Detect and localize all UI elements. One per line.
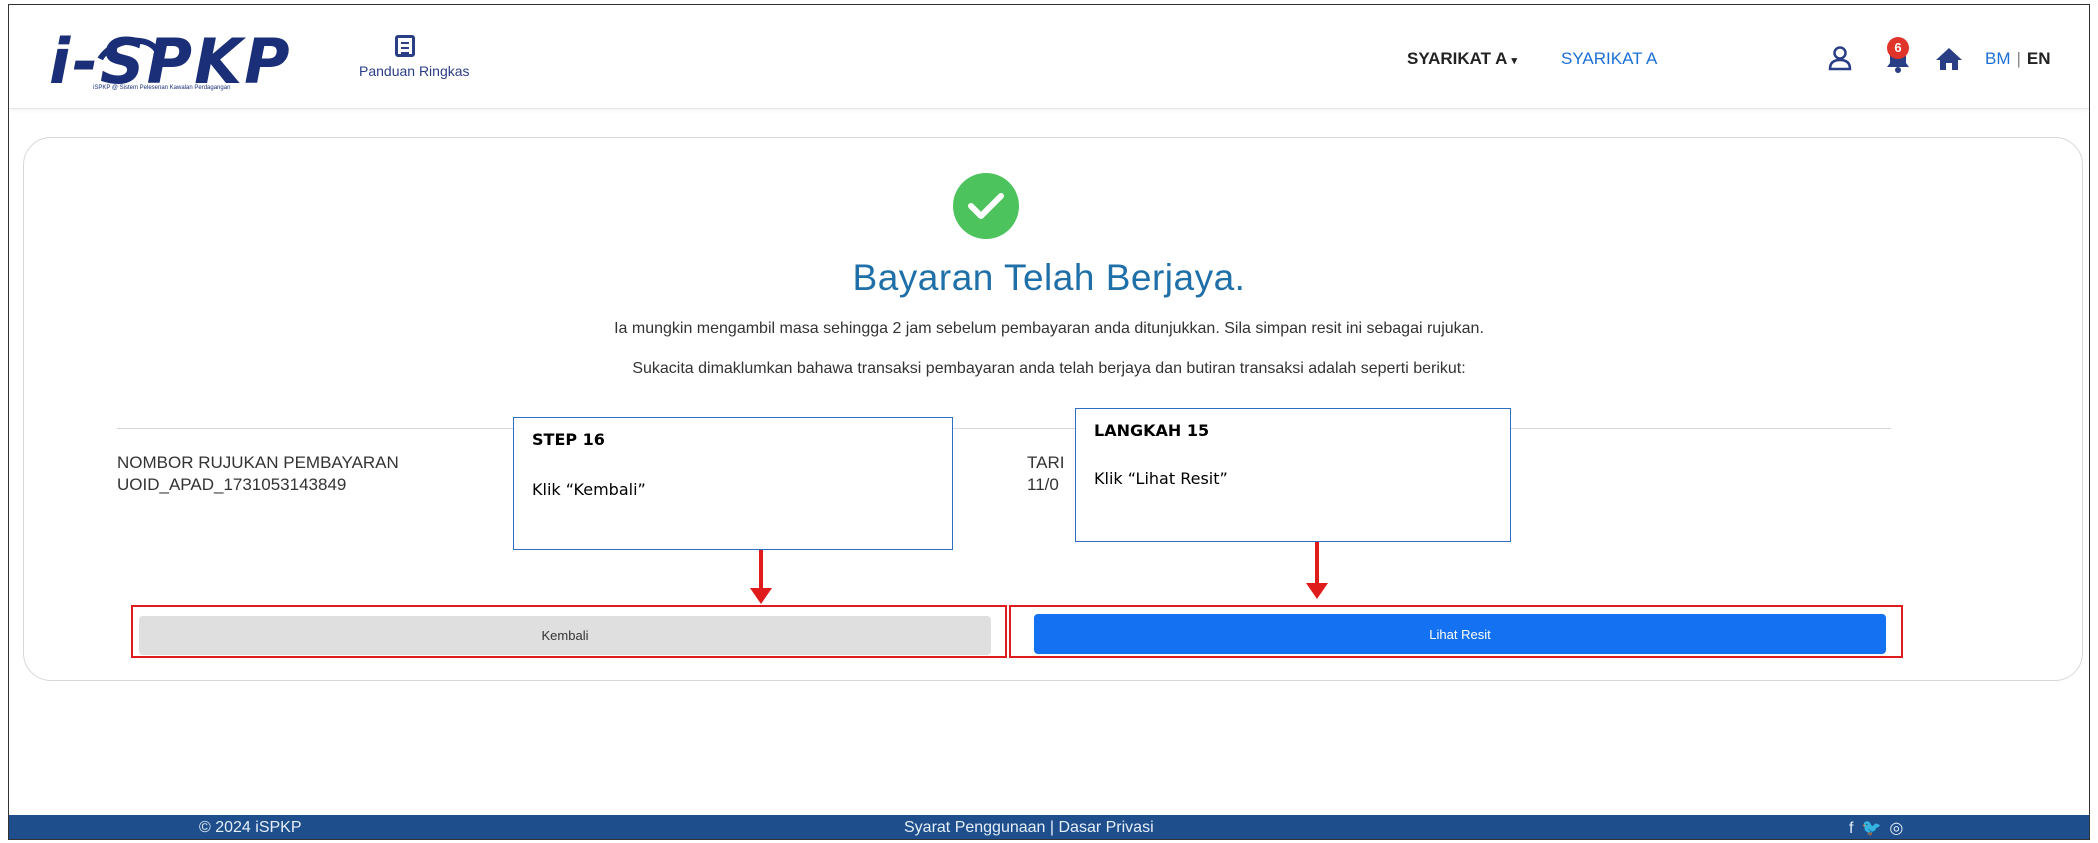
step-16-callout: STEP 16 Klik “Kembali” — [513, 417, 953, 550]
twitter-icon[interactable]: 🐦 — [1861, 820, 1881, 837]
success-message-1: Ia mungkin mengambil masa sehingga 2 jam… — [614, 320, 1484, 337]
page-frame: i-SPKP iSPKP @ Sistem Pelesenan Kawalan … — [8, 4, 2090, 840]
user-icon[interactable] — [1827, 45, 1853, 71]
home-icon[interactable] — [1935, 47, 1963, 71]
notification-badge: 6 — [1887, 37, 1909, 59]
lang-bm-link[interactable]: BM — [1985, 49, 2011, 68]
copyright-text: © 2024 iSPKP — [199, 819, 302, 836]
step-15-instruction: Klik “Lihat Resit” — [1094, 469, 1228, 488]
divider — [117, 428, 1891, 429]
payment-ref-value: UOID_APAD_1731053143849 — [117, 475, 347, 494]
footer-links[interactable]: Syarat Penggunaan | Dasar Privasi — [904, 819, 1154, 837]
top-header: i-SPKP iSPKP @ Sistem Pelesenan Kawalan … — [9, 5, 2089, 109]
payment-result-card — [23, 137, 2083, 681]
receipt-button-highlight — [1009, 605, 1903, 658]
step-16-arrow — [750, 550, 772, 604]
step-15-arrow — [1306, 542, 1328, 599]
lang-separator: | — [2016, 49, 2021, 68]
success-message-2: Sukacita dimaklumkan bahawa transaksi pe… — [632, 360, 1466, 377]
active-company-name[interactable]: SYARIKAT A — [1561, 49, 1657, 69]
payment-date-label: TARI — [1027, 453, 1065, 472]
step-16-instruction: Klik “Kembali” — [532, 480, 646, 499]
book-icon — [395, 35, 415, 57]
success-title: Bayaran Telah Berjaya. — [852, 257, 1246, 298]
company-dropdown[interactable]: SYARIKAT A ▾ — [1407, 49, 1517, 69]
step-15-title: LANGKAH 15 — [1094, 421, 1210, 440]
quick-guide-button[interactable]: Panduan Ringkas — [359, 35, 470, 91]
payment-ref-label: NOMBOR RUJUKAN PEMBAYARAN — [117, 453, 399, 472]
footer-bar: © 2024 iSPKP Syarat Penggunaan | Dasar P… — [9, 815, 2089, 839]
company-dropdown-label: SYARIKAT A — [1407, 49, 1508, 68]
ispkp-logo[interactable]: i-SPKP iSPKP @ Sistem Pelesenan Kawalan … — [49, 25, 339, 100]
success-check-icon — [953, 173, 1019, 239]
social-links: f 🐦 ◎ — [1849, 818, 1911, 838]
instagram-icon[interactable]: ◎ — [1889, 820, 1903, 837]
lang-en-link[interactable]: EN — [2027, 49, 2051, 68]
facebook-icon[interactable]: f — [1849, 820, 1853, 837]
step-16-title: STEP 16 — [532, 430, 605, 449]
caret-down-icon: ▾ — [1511, 55, 1517, 67]
language-switch: BM | EN — [1985, 49, 2051, 69]
step-15-callout: LANGKAH 15 Klik “Lihat Resit” — [1075, 408, 1511, 542]
quick-guide-label: Panduan Ringkas — [359, 63, 470, 79]
back-button-highlight — [131, 605, 1007, 658]
logo-tagline: iSPKP @ Sistem Pelesenan Kawalan Perdaga… — [93, 85, 231, 91]
payment-date-value: 11/0 — [1027, 475, 1059, 494]
